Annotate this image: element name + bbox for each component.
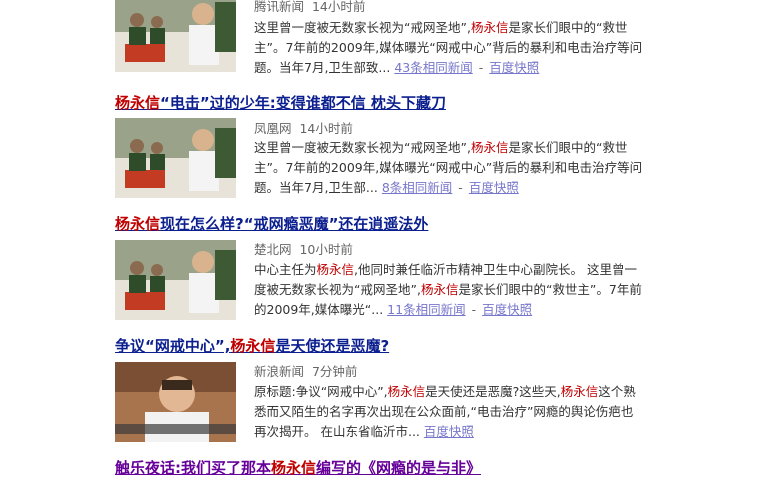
text-segment: 触乐夜话:我们买了那本 — [115, 459, 271, 477]
result-source: 新浪新闻 — [254, 364, 305, 379]
same-news-link[interactable]: 43条相同新闻 — [394, 60, 472, 75]
text-segment: 是天使还是恶魔?这些天, — [425, 384, 561, 399]
result-meta: 楚北网 10小时前 — [254, 242, 353, 258]
highlight-term: 杨永信 — [316, 262, 355, 277]
highlight-term: 杨永信 — [271, 459, 317, 477]
text-segment: 原标题:争议“网戒中心”, — [254, 384, 388, 399]
result-time: 14小时前 — [311, 0, 366, 14]
result-title-link[interactable]: 争议“网戒中心”,杨永信是天使还是恶魔? — [115, 336, 389, 356]
result-snippet: 这里曾一度被无数家长视为“戒网圣地”,杨永信是家长们眼中的“救世主”。7年前的2… — [254, 138, 644, 198]
result-source: 腾讯新闻 — [254, 0, 305, 14]
highlight-term: 杨永信 — [115, 94, 161, 112]
text-segment: 是天使还是恶魔? — [275, 337, 390, 355]
cached-page-link[interactable]: 百度快照 — [489, 60, 539, 75]
result-time: 10小时前 — [299, 242, 353, 257]
result-snippet: 中心主任为杨永信,他同时兼任临沂市精神卫生中心副院长。 这里曾一度被无数家长视为… — [254, 260, 644, 320]
result-thumbnail[interactable] — [115, 118, 236, 198]
highlight-term: 杨永信 — [230, 337, 276, 355]
text-segment: 这里曾一度被无数家长视为“戒网圣地”, — [254, 140, 471, 155]
result-title-link[interactable]: 杨永信“电击”过的少年:变得谁都不信 枕头下藏刀 — [115, 93, 446, 113]
text-segment: 这里曾一度被无数家长视为“戒网圣地”, — [254, 20, 471, 35]
result-snippet: 这里曾一度被无数家长视为“戒网圣地”,杨永信是家长们眼中的“救世主”。7年前的2… — [254, 18, 644, 78]
result-source: 楚北网 — [254, 242, 292, 257]
cached-page-link[interactable]: 百度快照 — [424, 424, 474, 439]
result-thumbnail[interactable] — [115, 240, 236, 320]
highlight-term: 杨永信 — [115, 215, 161, 233]
result-time: 7分钟前 — [311, 364, 358, 379]
text-segment: 编写的《网瘾的是与非》 — [316, 459, 482, 477]
result-meta: 凤凰网 14小时前 — [254, 121, 353, 137]
highlight-term: 杨永信 — [387, 384, 426, 399]
news-photo-icon — [115, 362, 236, 442]
text-segment: 中心主任为 — [254, 262, 317, 277]
cached-page-link[interactable]: 百度快照 — [482, 302, 532, 317]
separator: - — [458, 180, 463, 195]
separator: - — [471, 302, 477, 317]
same-news-link[interactable]: 11条相同新闻 — [387, 302, 465, 317]
highlight-term: 杨永信 — [470, 20, 509, 35]
highlight-term: 杨永信 — [470, 140, 509, 155]
result-title-link[interactable]: 触乐夜话:我们买了那本杨永信编写的《网瘾的是与非》 — [115, 458, 481, 478]
result-time: 14小时前 — [299, 121, 353, 136]
cached-page-link[interactable]: 百度快照 — [469, 180, 519, 195]
result-title-link[interactable]: 杨永信现在怎么样?“戒网瘾恶魔”还在逍遥法外 — [115, 214, 428, 234]
result-source: 凤凰网 — [254, 121, 292, 136]
highlight-term: 杨永信 — [560, 384, 599, 399]
result-meta: 新浪新闻 7分钟前 — [254, 364, 357, 380]
news-photo-icon — [115, 240, 236, 320]
news-photo-icon — [115, 118, 236, 198]
result-snippet: 原标题:争议“网戒中心”,杨永信是天使还是恶魔?这些天,杨永信这个熟悉而又陌生的… — [254, 382, 644, 442]
highlight-term: 杨永信 — [420, 282, 459, 297]
text-segment: “电击”过的少年:变得谁都不信 枕头下藏刀 — [160, 94, 446, 112]
text-segment: 争议“网戒中心”, — [115, 337, 231, 355]
result-meta: 腾讯新闻 14小时前 — [254, 0, 365, 15]
separator: - — [478, 60, 484, 75]
news-photo-icon — [115, 0, 236, 72]
same-news-link[interactable]: 8条相同新闻 — [382, 180, 452, 195]
result-thumbnail[interactable] — [115, 0, 236, 72]
text-segment: 现在怎么样?“戒网瘾恶魔”还在逍遥法外 — [160, 215, 429, 233]
result-thumbnail[interactable] — [115, 362, 236, 442]
